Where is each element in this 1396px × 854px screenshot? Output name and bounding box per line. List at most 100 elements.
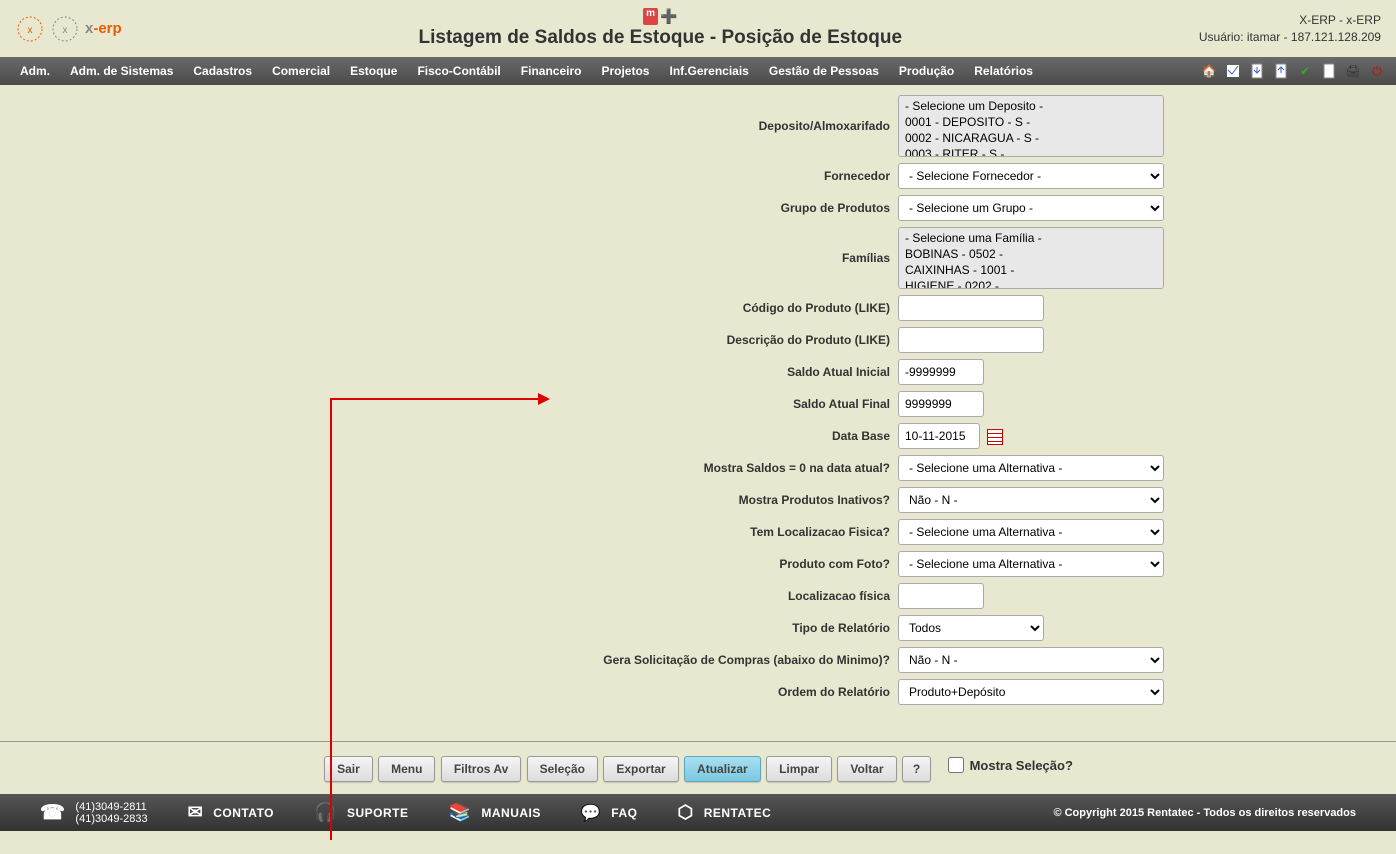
footer: ☎ (41)3049-2811 (41)3049-2833 ✉ CONTATO … bbox=[0, 794, 1396, 831]
saldo-final-input[interactable] bbox=[898, 391, 984, 417]
gera-solic-select[interactable]: Não - N - bbox=[898, 647, 1164, 673]
saldo-inicial-input[interactable] bbox=[898, 359, 984, 385]
footer-rentatec[interactable]: ⬡ RENTATEC bbox=[677, 802, 771, 823]
ordem-select[interactable]: Produto+Depósito bbox=[898, 679, 1164, 705]
codigo-input[interactable] bbox=[898, 295, 1044, 321]
menu-gerenciais[interactable]: Inf.Gerenciais bbox=[659, 58, 758, 84]
grupo-label: Grupo de Produtos bbox=[228, 201, 898, 215]
toolbar-icons: 🏠 ✔ 🖨 ⏻ bbox=[1200, 62, 1386, 80]
doc-arrow-icon[interactable] bbox=[1248, 62, 1266, 80]
data-base-input[interactable] bbox=[898, 423, 980, 449]
book-icon: 📚 bbox=[448, 802, 471, 823]
mostra-inativos-select[interactable]: Não - N - bbox=[898, 487, 1164, 513]
selecao-button[interactable]: Seleção bbox=[527, 756, 598, 782]
tipo-relatorio-label: Tipo de Relatório bbox=[228, 621, 898, 635]
menu-estoque[interactable]: Estoque bbox=[340, 58, 407, 84]
codigo-label: Código do Produto (LIKE) bbox=[228, 301, 898, 315]
svg-text:x: x bbox=[28, 25, 33, 36]
action-bar: Sair Menu Filtros Av Seleção Exportar At… bbox=[0, 742, 1396, 794]
familias-select[interactable]: - Selecione uma Família - BOBINAS - 0502… bbox=[898, 227, 1164, 289]
produto-foto-label: Produto com Foto? bbox=[228, 557, 898, 571]
produto-foto-select[interactable]: - Selecione uma Alternativa - bbox=[898, 551, 1164, 577]
check-icon[interactable]: ✔ bbox=[1296, 62, 1314, 80]
note-icon[interactable] bbox=[1224, 62, 1242, 80]
phone1: (41)3049-2811 bbox=[75, 801, 147, 813]
menu-projetos[interactable]: Projetos bbox=[591, 58, 659, 84]
cube-icon: ⬡ bbox=[677, 802, 693, 823]
saldo-inicial-label: Saldo Atual Inicial bbox=[228, 365, 898, 379]
grupo-select[interactable]: - Selecione um Grupo - bbox=[898, 195, 1164, 221]
user-info: X-ERP - x-ERP Usuário: itamar - 187.121.… bbox=[1199, 12, 1381, 46]
menu-relatorios[interactable]: Relatórios bbox=[964, 58, 1043, 84]
menu-cadastros[interactable]: Cadastros bbox=[183, 58, 262, 84]
mostra-saldos-label: Mostra Saldos = 0 na data atual? bbox=[228, 461, 898, 475]
help-button[interactable]: ? bbox=[902, 756, 931, 782]
menu-comercial[interactable]: Comercial bbox=[262, 58, 340, 84]
footer-suporte[interactable]: 🎧 SUPORTE bbox=[314, 802, 408, 823]
svg-text:x: x bbox=[63, 25, 68, 36]
mail-icon: ✉ bbox=[188, 802, 204, 823]
tem-localizacao-label: Tem Localizacao Fisica? bbox=[228, 525, 898, 539]
page-title: Listagem de Saldos de Estoque - Posição … bbox=[419, 27, 903, 49]
saldo-final-label: Saldo Atual Final bbox=[228, 397, 898, 411]
familias-label: Famílias bbox=[228, 251, 898, 265]
fornecedor-select[interactable]: - Selecione Fornecedor - bbox=[898, 163, 1164, 189]
footer-contato[interactable]: ✉ CONTATO bbox=[188, 802, 274, 823]
menu-items: Adm. Adm. de Sistemas Cadastros Comercia… bbox=[10, 58, 1200, 84]
footer-manuais[interactable]: 📚 MANUAIS bbox=[448, 802, 540, 823]
footer-copyright: © Copyright 2015 Rentatec - Todos os dir… bbox=[1053, 807, 1356, 819]
footer-phones: ☎ (41)3049-2811 (41)3049-2833 bbox=[40, 800, 148, 825]
power-icon[interactable]: ⏻ bbox=[1368, 62, 1386, 80]
user-line2: Usuário: itamar - 187.121.128.209 bbox=[1199, 29, 1381, 46]
menu-adm[interactable]: Adm. bbox=[10, 58, 60, 84]
footer-faq[interactable]: 💬 FAQ bbox=[581, 803, 638, 823]
filter-form: Deposito/Almoxarifado - Selecione um Dep… bbox=[228, 85, 1168, 731]
logo-text: x-erp bbox=[85, 20, 122, 37]
filtros-button[interactable]: Filtros Av bbox=[441, 756, 521, 782]
voltar-button[interactable]: Voltar bbox=[837, 756, 896, 782]
deposito-select[interactable]: - Selecione um Deposito - 0001 - DEPOSIT… bbox=[898, 95, 1164, 157]
main-menubar: Adm. Adm. de Sistemas Cadastros Comercia… bbox=[0, 57, 1396, 85]
home-icon[interactable]: 🏠 bbox=[1200, 62, 1218, 80]
tipo-relatorio-select[interactable]: Todos bbox=[898, 615, 1044, 641]
calendar-icon[interactable] bbox=[987, 429, 1003, 445]
headset-icon: 🎧 bbox=[314, 802, 337, 823]
gera-solic-label: Gera Solicitação de Compras (abaixo do M… bbox=[228, 653, 898, 667]
menu-producao[interactable]: Produção bbox=[889, 58, 964, 84]
annotation-arrowhead bbox=[538, 393, 550, 405]
limpar-button[interactable]: Limpar bbox=[766, 756, 832, 782]
doc-up-icon[interactable] bbox=[1272, 62, 1290, 80]
menu-gestao-pessoas[interactable]: Gestão de Pessoas bbox=[759, 58, 889, 84]
mostra-inativos-label: Mostra Produtos Inativos? bbox=[228, 493, 898, 507]
menu-fisco[interactable]: Fisco-Contábil bbox=[407, 58, 510, 84]
menu-financeiro[interactable]: Financeiro bbox=[511, 58, 592, 84]
localizacao-fisica-input[interactable] bbox=[898, 583, 984, 609]
logo-icon-right: x bbox=[50, 14, 80, 44]
shortcut-icon[interactable]: m bbox=[643, 8, 658, 25]
header-center: m ➕ Listagem de Saldos de Estoque - Posi… bbox=[419, 8, 903, 49]
fornecedor-label: Fornecedor bbox=[228, 169, 898, 183]
doc-icon[interactable] bbox=[1320, 62, 1338, 80]
phone-icon: ☎ bbox=[40, 800, 65, 825]
ordem-label: Ordem do Relatório bbox=[228, 685, 898, 699]
add-icon[interactable]: ➕ bbox=[660, 8, 677, 25]
logo-area: x x x-erp bbox=[15, 14, 122, 44]
localizacao-fisica-label: Localizacao física bbox=[228, 589, 898, 603]
tem-localizacao-select[interactable]: - Selecione uma Alternativa - bbox=[898, 519, 1164, 545]
descricao-input[interactable] bbox=[898, 327, 1044, 353]
user-line1: X-ERP - x-ERP bbox=[1199, 12, 1381, 29]
data-base-label: Data Base bbox=[228, 429, 898, 443]
phone2: (41)3049-2833 bbox=[75, 813, 147, 825]
print-icon[interactable]: 🖨 bbox=[1344, 62, 1362, 80]
menu-button[interactable]: Menu bbox=[378, 756, 435, 782]
annotation-arrow-horizontal bbox=[330, 398, 540, 400]
mostra-selecao-checkbox[interactable] bbox=[948, 757, 964, 773]
exportar-button[interactable]: Exportar bbox=[603, 756, 678, 782]
atualizar-button[interactable]: Atualizar bbox=[684, 756, 761, 782]
mostra-selecao-label: Mostra Seleção? bbox=[970, 758, 1073, 773]
app-header: x x x-erp m ➕ Listagem de Saldos de Esto… bbox=[0, 0, 1396, 57]
mostra-saldos-select[interactable]: - Selecione uma Alternativa - bbox=[898, 455, 1164, 481]
descricao-label: Descrição do Produto (LIKE) bbox=[228, 333, 898, 347]
deposito-label: Deposito/Almoxarifado bbox=[228, 119, 898, 133]
menu-adm-sistemas[interactable]: Adm. de Sistemas bbox=[60, 58, 183, 84]
